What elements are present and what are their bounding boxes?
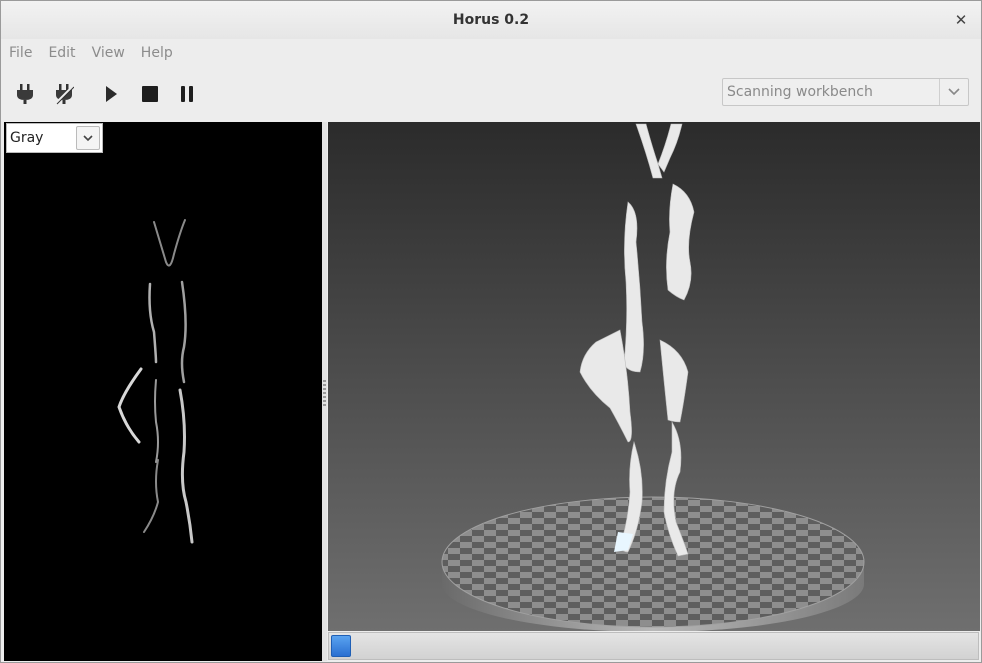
chevron-down-icon [83, 134, 93, 141]
menu-file[interactable]: File [1, 45, 40, 61]
view-mode-selected: Gray [10, 130, 44, 146]
camera-view-panel: Gray [4, 122, 322, 661]
connect-button[interactable] [12, 81, 38, 107]
view-mode-dropdown-button[interactable] [76, 126, 100, 150]
splitter-grip[interactable] [323, 380, 326, 406]
workbench-dropdown-button[interactable] [939, 79, 968, 105]
connect-icon [17, 84, 33, 104]
disconnect-button[interactable] [51, 81, 77, 107]
play-button[interactable] [98, 81, 124, 107]
stop-icon [142, 86, 158, 102]
disconnect-icon [55, 84, 74, 105]
menu-bar: File Edit View Help [1, 39, 981, 67]
menu-help[interactable]: Help [133, 45, 181, 61]
panel-splitter[interactable] [322, 122, 327, 661]
play-icon [106, 86, 117, 102]
title-bar: Horus 0.2 ✕ [1, 1, 981, 39]
stop-button[interactable] [137, 81, 163, 107]
window-title: Horus 0.2 [452, 12, 530, 28]
chevron-down-icon [948, 88, 960, 96]
platform-top [441, 496, 865, 628]
close-button[interactable]: ✕ [951, 10, 971, 30]
menu-view[interactable]: View [84, 45, 133, 61]
scan-progress-fill [331, 635, 351, 657]
point-cloud-render [328, 122, 980, 631]
app-window: Horus 0.2 ✕ File Edit View Help Scanning… [0, 0, 982, 663]
scan-progress-bar [328, 632, 979, 660]
3d-scene-view[interactable] [328, 122, 980, 631]
pause-button[interactable] [174, 81, 200, 107]
workbench-selected: Scanning workbench [727, 84, 873, 100]
workbench-select[interactable]: Scanning workbench [722, 78, 969, 106]
menu-edit[interactable]: Edit [40, 45, 83, 61]
laser-line-image [117, 219, 194, 544]
view-mode-select[interactable]: Gray [6, 123, 103, 153]
pause-icon [181, 86, 193, 102]
